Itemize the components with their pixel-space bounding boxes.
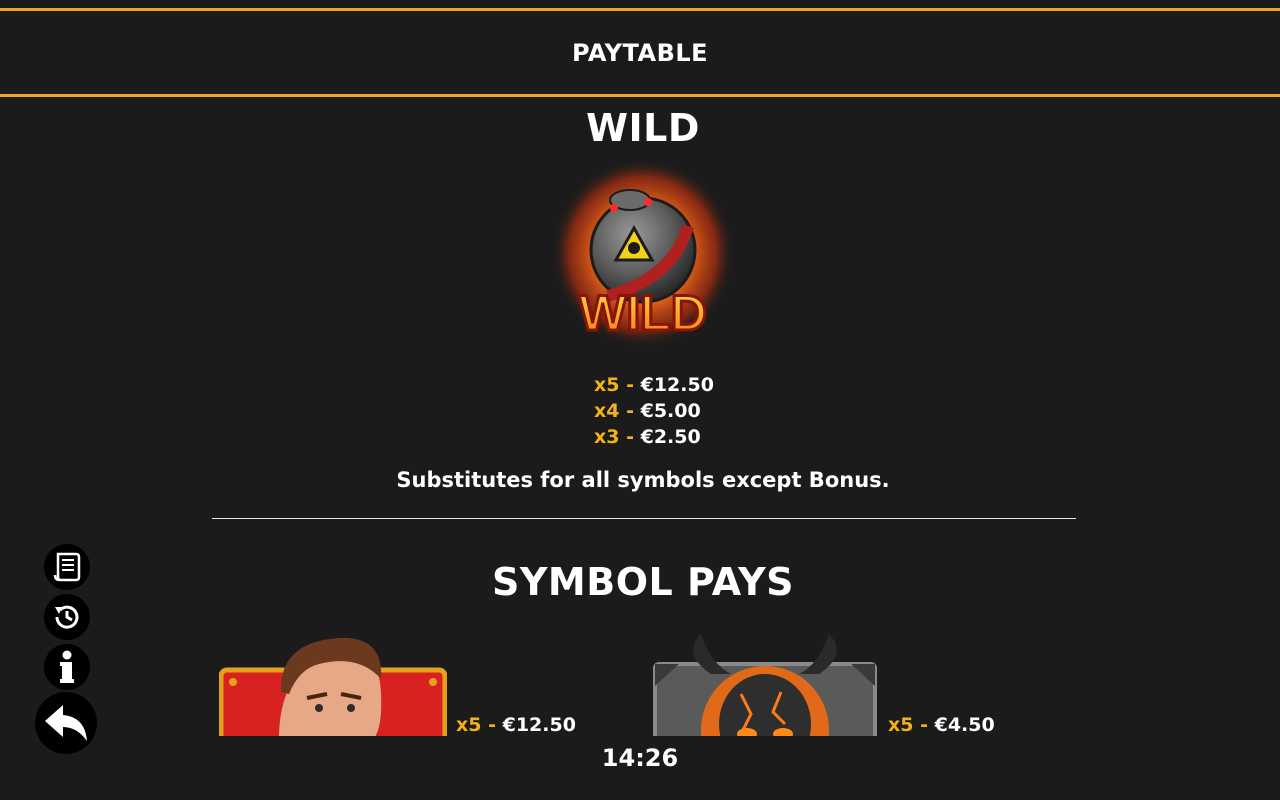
game-rules-button[interactable] bbox=[44, 544, 90, 590]
symbol-pays-title: SYMBOL PAYS bbox=[492, 560, 794, 604]
symbol-pay-row: x5 - €4.50 bbox=[888, 714, 995, 736]
paytable-header: PAYTABLE bbox=[0, 8, 1280, 97]
pay-multiplier: x5 - bbox=[456, 714, 496, 736]
wild-section-title: WILD bbox=[586, 106, 700, 150]
clock: 14:26 bbox=[601, 744, 679, 772]
demon-skull-icon bbox=[653, 634, 877, 736]
scroll-icon bbox=[53, 552, 81, 582]
wild-pays-list: x5 - €12.50 x4 - €5.00 x3 - €2.50 bbox=[594, 372, 714, 450]
history-icon bbox=[55, 605, 79, 629]
symbol-pay-row: x5 - €12.50 bbox=[456, 714, 576, 736]
info-icon bbox=[60, 650, 74, 683]
paytable-scroll-area[interactable]: WILD WILD x5 - €12.50 x4 - €5.00 x3 - €2… bbox=[0, 94, 1280, 736]
pay-multiplier: x4 - bbox=[594, 400, 634, 422]
pay-value: €2.50 bbox=[640, 426, 701, 448]
wild-bomb-icon: WILD bbox=[551, 158, 735, 348]
history-button[interactable] bbox=[44, 594, 90, 640]
page-title: PAYTABLE bbox=[571, 38, 709, 67]
info-button[interactable] bbox=[44, 644, 90, 690]
pay-multiplier: x5 - bbox=[594, 374, 634, 396]
wild-pay-row: x5 - €12.50 bbox=[594, 372, 714, 398]
wild-icon-label: WILD bbox=[579, 285, 707, 341]
back-arrow-icon bbox=[45, 705, 87, 741]
wild-pay-row: x4 - €5.00 bbox=[594, 398, 714, 424]
pay-value: €4.50 bbox=[934, 714, 995, 736]
back-button[interactable] bbox=[35, 692, 97, 754]
section-divider bbox=[212, 518, 1076, 519]
pay-value: €12.50 bbox=[640, 374, 714, 396]
wild-pay-row: x3 - €2.50 bbox=[594, 424, 714, 450]
pay-value: €5.00 bbox=[640, 400, 701, 422]
wild-description: Substitutes for all symbols except Bonus… bbox=[396, 468, 890, 492]
pay-multiplier: x3 - bbox=[594, 426, 634, 448]
pay-value: €12.50 bbox=[502, 714, 576, 736]
pay-multiplier: x5 - bbox=[888, 714, 928, 736]
hero-portrait-icon bbox=[219, 637, 447, 736]
